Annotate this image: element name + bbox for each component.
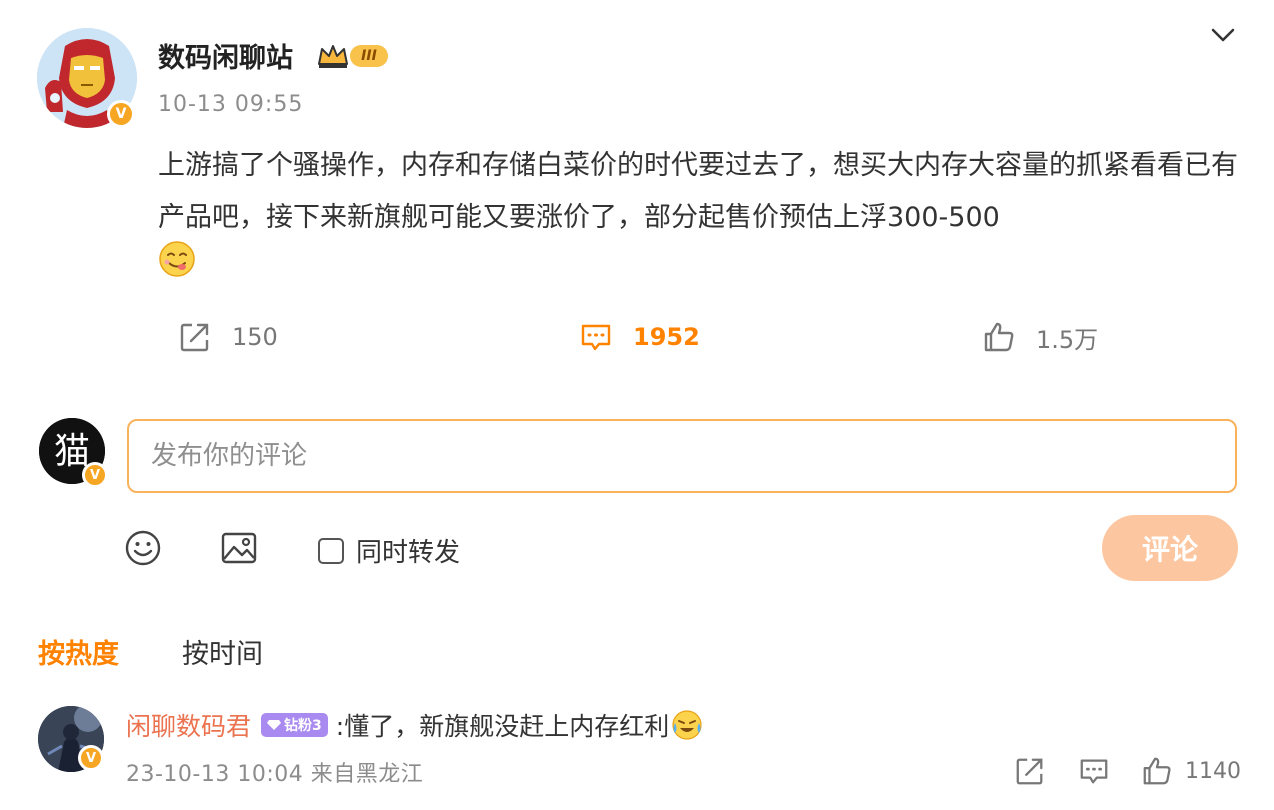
laugh-cry-emoji-icon	[672, 710, 702, 740]
thumbs-up-icon	[984, 322, 1014, 352]
forward-label: 同时转发	[356, 538, 461, 568]
emoji-picker-icon[interactable]	[123, 528, 163, 568]
member-level-badge[interactable]: III	[316, 42, 390, 70]
tab-sort-by-time[interactable]: 按时间	[182, 632, 263, 671]
repost-icon	[180, 323, 209, 352]
comment-input[interactable]	[127, 419, 1237, 493]
verified-badge: V	[107, 100, 135, 128]
fan-level-badge[interactable]: 钻粉3	[261, 713, 328, 737]
repost-button[interactable]: 150	[178, 312, 278, 362]
post-header: V 数码闲聊站 III 10-13 09:55	[0, 0, 1274, 140]
comment-button[interactable]: 1952	[579, 312, 700, 362]
tab-sort-by-hot[interactable]: 按热度	[38, 632, 119, 671]
diamond-icon	[267, 720, 282, 730]
forward-toggle[interactable]: 同时转发	[318, 532, 460, 569]
comment-like-button[interactable]: 1140	[1141, 752, 1241, 790]
comment-repost-icon[interactable]	[1014, 755, 1046, 787]
commenter-name[interactable]: 闲聊数码君	[126, 707, 251, 743]
comment-content-row: 闲聊数码君 钻粉3 :懂了，新旗舰没赶上内存红利	[126, 706, 703, 744]
current-user-verified-badge: V	[82, 462, 108, 488]
author-name[interactable]: 数码闲聊站	[158, 36, 293, 75]
yummy-face-emoji-icon	[159, 241, 195, 277]
commenter-verified-badge: V	[78, 745, 104, 771]
fan-level-text: 钻粉3	[284, 718, 322, 734]
post-time[interactable]: 10-13 09:55	[158, 92, 303, 117]
verified-mark: V	[89, 467, 101, 483]
like-count: 1.5万	[1036, 325, 1099, 354]
chevron-down-icon[interactable]	[1208, 20, 1238, 50]
comment-icon	[581, 324, 611, 351]
image-upload-icon[interactable]	[219, 528, 259, 568]
submit-comment-button[interactable]: 评论	[1102, 515, 1238, 581]
member-level-text: III	[350, 45, 388, 67]
comment-text: :懂了，新旗舰没赶上内存红利	[335, 712, 670, 741]
comment-count: 1952	[633, 323, 700, 351]
like-button[interactable]: 1.5万	[982, 312, 1098, 362]
post-text: 上游搞了个骚操作，内存和存储白菜价的时代要过去了，想买大内存大容量的抓紧看看已有…	[158, 150, 1238, 233]
post-action-bar: 150 1952 1.5万	[0, 312, 1274, 362]
comment-reply-icon[interactable]	[1078, 755, 1110, 787]
comment-like-count: 1140	[1185, 758, 1241, 784]
forward-checkbox[interactable]	[318, 537, 344, 564]
crown-icon	[318, 45, 348, 68]
verified-mark: V	[115, 106, 127, 122]
verified-mark: V	[85, 750, 97, 766]
comment-meta: 23-10-13 10:04 来自黑龙江	[126, 762, 424, 787]
comment-thumbs-up-icon	[1143, 757, 1171, 785]
repost-count: 150	[232, 323, 278, 351]
